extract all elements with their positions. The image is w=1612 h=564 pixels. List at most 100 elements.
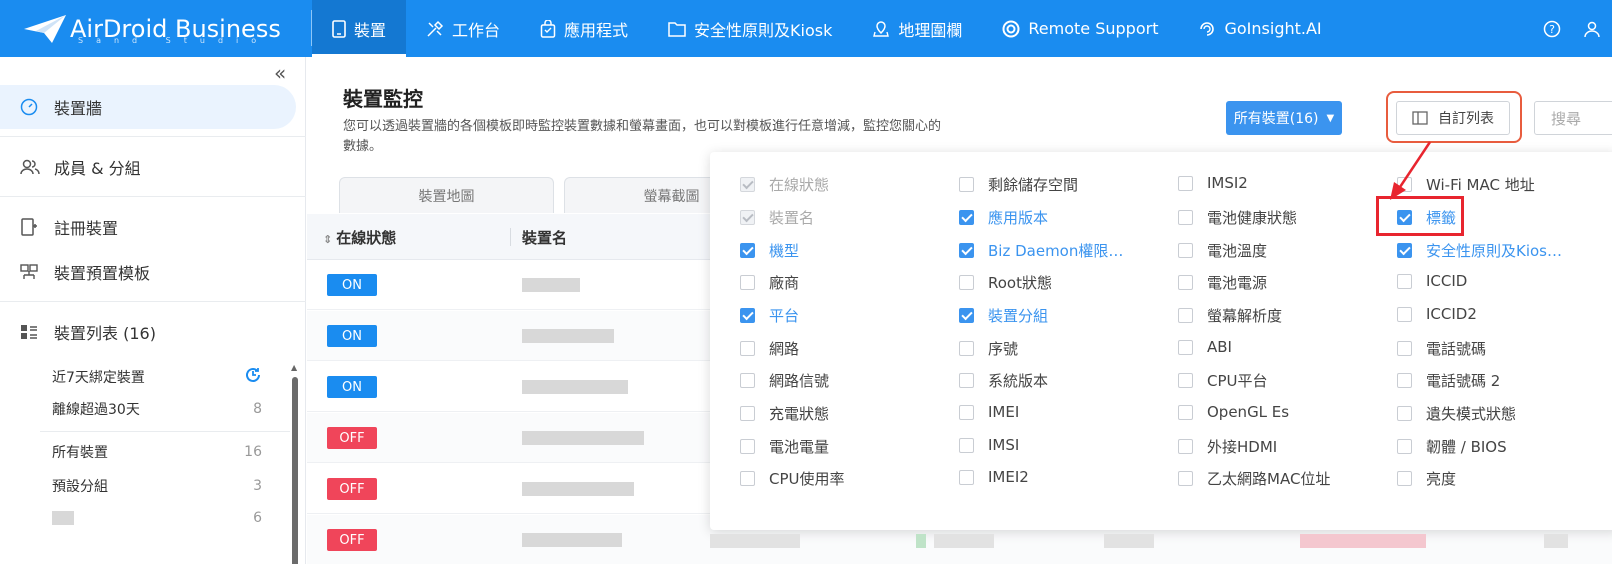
option-checkbox[interactable] bbox=[740, 341, 755, 356]
sidebar-subitem-default-group[interactable]: 預設分組 3 bbox=[52, 476, 262, 496]
option-checkbox[interactable] bbox=[1178, 210, 1193, 225]
column-option[interactable]: 電話號碼 2 bbox=[1397, 370, 1500, 391]
option-checkbox[interactable] bbox=[1178, 439, 1193, 454]
collapse-sidebar-icon[interactable]: « bbox=[274, 61, 286, 85]
column-option[interactable]: 外接HDMI bbox=[1178, 436, 1277, 457]
option-checkbox[interactable] bbox=[1397, 273, 1412, 289]
option-checkbox[interactable] bbox=[959, 243, 974, 258]
all-devices-dropdown-button[interactable]: 所有裝置(16) ▼ bbox=[1226, 101, 1342, 135]
tab-device-map[interactable]: 裝置地圖 bbox=[339, 177, 554, 213]
nav-goinsight-ai[interactable]: GoInsight.AI bbox=[1178, 0, 1341, 57]
option-checkbox[interactable] bbox=[959, 404, 974, 420]
help-icon[interactable]: ? bbox=[1532, 20, 1572, 38]
sidebar-item-register-device[interactable]: 註冊裝置 bbox=[0, 205, 296, 249]
column-option[interactable]: 遺失模式狀態 bbox=[1397, 403, 1516, 424]
column-option[interactable]: IMSI bbox=[959, 436, 1019, 454]
option-checkbox[interactable] bbox=[959, 373, 974, 388]
column-option[interactable]: 螢幕解析度 bbox=[1178, 305, 1282, 326]
account-icon[interactable] bbox=[1572, 20, 1612, 38]
column-option[interactable]: ICCID bbox=[1397, 272, 1467, 290]
column-option[interactable]: 應用版本 bbox=[959, 207, 1048, 228]
option-checkbox[interactable] bbox=[1397, 306, 1412, 322]
option-checkbox[interactable] bbox=[1397, 341, 1412, 356]
nav-geofence[interactable]: 地理圍欄 bbox=[852, 0, 982, 57]
option-checkbox[interactable] bbox=[1397, 243, 1412, 258]
option-checkbox[interactable] bbox=[959, 177, 974, 192]
column-option[interactable]: 廠商 bbox=[740, 272, 799, 293]
option-checkbox[interactable] bbox=[740, 406, 755, 421]
column-option[interactable]: 平台 bbox=[740, 305, 799, 326]
column-option[interactable]: 系統版本 bbox=[959, 370, 1048, 391]
sidebar-item-device-template[interactable]: 裝置預置模板 bbox=[0, 250, 296, 294]
column-option[interactable]: OpenGL Es bbox=[1178, 403, 1289, 421]
option-checkbox[interactable] bbox=[740, 308, 755, 323]
column-option[interactable]: ICCID2 bbox=[1397, 305, 1477, 323]
option-checkbox[interactable] bbox=[1397, 373, 1412, 388]
option-checkbox[interactable] bbox=[740, 275, 755, 290]
option-checkbox[interactable] bbox=[740, 373, 755, 388]
option-checkbox[interactable] bbox=[1178, 339, 1193, 355]
column-option[interactable]: 網路信號 bbox=[740, 370, 829, 391]
search-button[interactable]: 搜尋 bbox=[1534, 101, 1612, 135]
column-option[interactable]: 電話號碼 bbox=[1397, 338, 1486, 359]
column-device-name[interactable]: 裝置名 bbox=[522, 227, 567, 248]
column-option[interactable]: CPU平台 bbox=[1178, 370, 1268, 391]
column-option[interactable]: Biz Daemon權限… bbox=[959, 240, 1123, 261]
option-checkbox[interactable] bbox=[1397, 439, 1412, 454]
column-option[interactable]: 機型 bbox=[740, 240, 799, 261]
option-checkbox[interactable] bbox=[959, 210, 974, 225]
option-checkbox[interactable] bbox=[740, 243, 755, 258]
column-option[interactable]: 電池溫度 bbox=[1178, 240, 1267, 261]
option-checkbox[interactable] bbox=[1178, 404, 1193, 420]
option-checkbox[interactable] bbox=[1178, 471, 1193, 486]
custom-list-button[interactable]: 自訂列表 bbox=[1396, 101, 1510, 135]
option-checkbox[interactable] bbox=[740, 439, 755, 454]
column-option[interactable]: 安全性原則及Kios… bbox=[1397, 240, 1562, 261]
nav-remote-support[interactable]: Remote Support bbox=[982, 0, 1178, 57]
column-online-status[interactable]: ⇕ 在線狀態 bbox=[323, 227, 396, 248]
nav-policy-kiosk[interactable]: 安全性原則及Kiosk bbox=[648, 0, 852, 57]
column-option[interactable]: 裝置分組 bbox=[959, 305, 1048, 326]
column-option[interactable]: 電池電源 bbox=[1178, 272, 1267, 293]
option-checkbox[interactable] bbox=[959, 469, 974, 485]
column-option[interactable]: 亮度 bbox=[1397, 468, 1456, 489]
sidebar-subitem-offline-30-days[interactable]: 離線超過30天 8 bbox=[52, 399, 262, 419]
option-checkbox[interactable] bbox=[1178, 373, 1193, 388]
option-checkbox[interactable] bbox=[1178, 275, 1193, 290]
column-option[interactable]: Root狀態 bbox=[959, 272, 1052, 293]
option-checkbox[interactable] bbox=[959, 275, 974, 290]
column-option[interactable]: 乙太網路MAC位址 bbox=[1178, 468, 1330, 489]
column-option[interactable]: IMEI bbox=[959, 403, 1019, 421]
column-option[interactable]: 序號 bbox=[959, 338, 1018, 359]
sidebar-item-members[interactable]: 成員 & 分組 bbox=[0, 145, 296, 189]
column-option[interactable]: 韌體 / BIOS bbox=[1397, 436, 1507, 457]
nav-apps[interactable]: 應用程式 bbox=[520, 0, 648, 57]
nav-devices[interactable]: 裝置 bbox=[312, 0, 407, 57]
option-checkbox[interactable] bbox=[959, 308, 974, 323]
option-checkbox[interactable] bbox=[959, 437, 974, 453]
column-option[interactable]: ABI bbox=[1178, 338, 1232, 356]
column-option[interactable]: 網路 bbox=[740, 338, 799, 359]
sidebar-item-device-wall[interactable]: 裝置牆 bbox=[0, 85, 296, 129]
scroll-up-arrow-icon[interactable]: ▲ bbox=[291, 363, 297, 372]
option-checkbox[interactable] bbox=[1178, 308, 1193, 323]
sidebar-subitem-group[interactable]: 6 bbox=[52, 510, 262, 526]
option-checkbox[interactable] bbox=[740, 471, 755, 486]
option-checkbox[interactable] bbox=[1397, 471, 1412, 486]
sidebar-item-device-list[interactable]: 裝置列表 (16) bbox=[0, 310, 296, 354]
refresh-clock-icon[interactable] bbox=[244, 366, 262, 388]
option-checkbox[interactable] bbox=[1178, 243, 1193, 258]
column-option[interactable]: 充電狀態 bbox=[740, 403, 829, 424]
column-option[interactable]: 電池健康狀態 bbox=[1178, 207, 1297, 228]
option-checkbox[interactable] bbox=[1397, 406, 1412, 421]
column-option[interactable]: CPU使用率 bbox=[740, 468, 845, 489]
column-option[interactable]: 電池電量 bbox=[740, 436, 829, 457]
column-option[interactable]: IMEI2 bbox=[959, 468, 1029, 486]
nav-workbench[interactable]: 工作台 bbox=[406, 0, 520, 57]
column-option[interactable]: IMSI2 bbox=[1178, 174, 1248, 192]
brand-logo[interactable]: AirDroid Business Sand Studio bbox=[0, 0, 312, 57]
sidebar-scrollbar[interactable] bbox=[292, 377, 298, 564]
option-checkbox[interactable] bbox=[1178, 175, 1193, 191]
column-option[interactable]: 剩餘儲存空間 bbox=[959, 174, 1078, 195]
option-checkbox[interactable] bbox=[959, 341, 974, 356]
